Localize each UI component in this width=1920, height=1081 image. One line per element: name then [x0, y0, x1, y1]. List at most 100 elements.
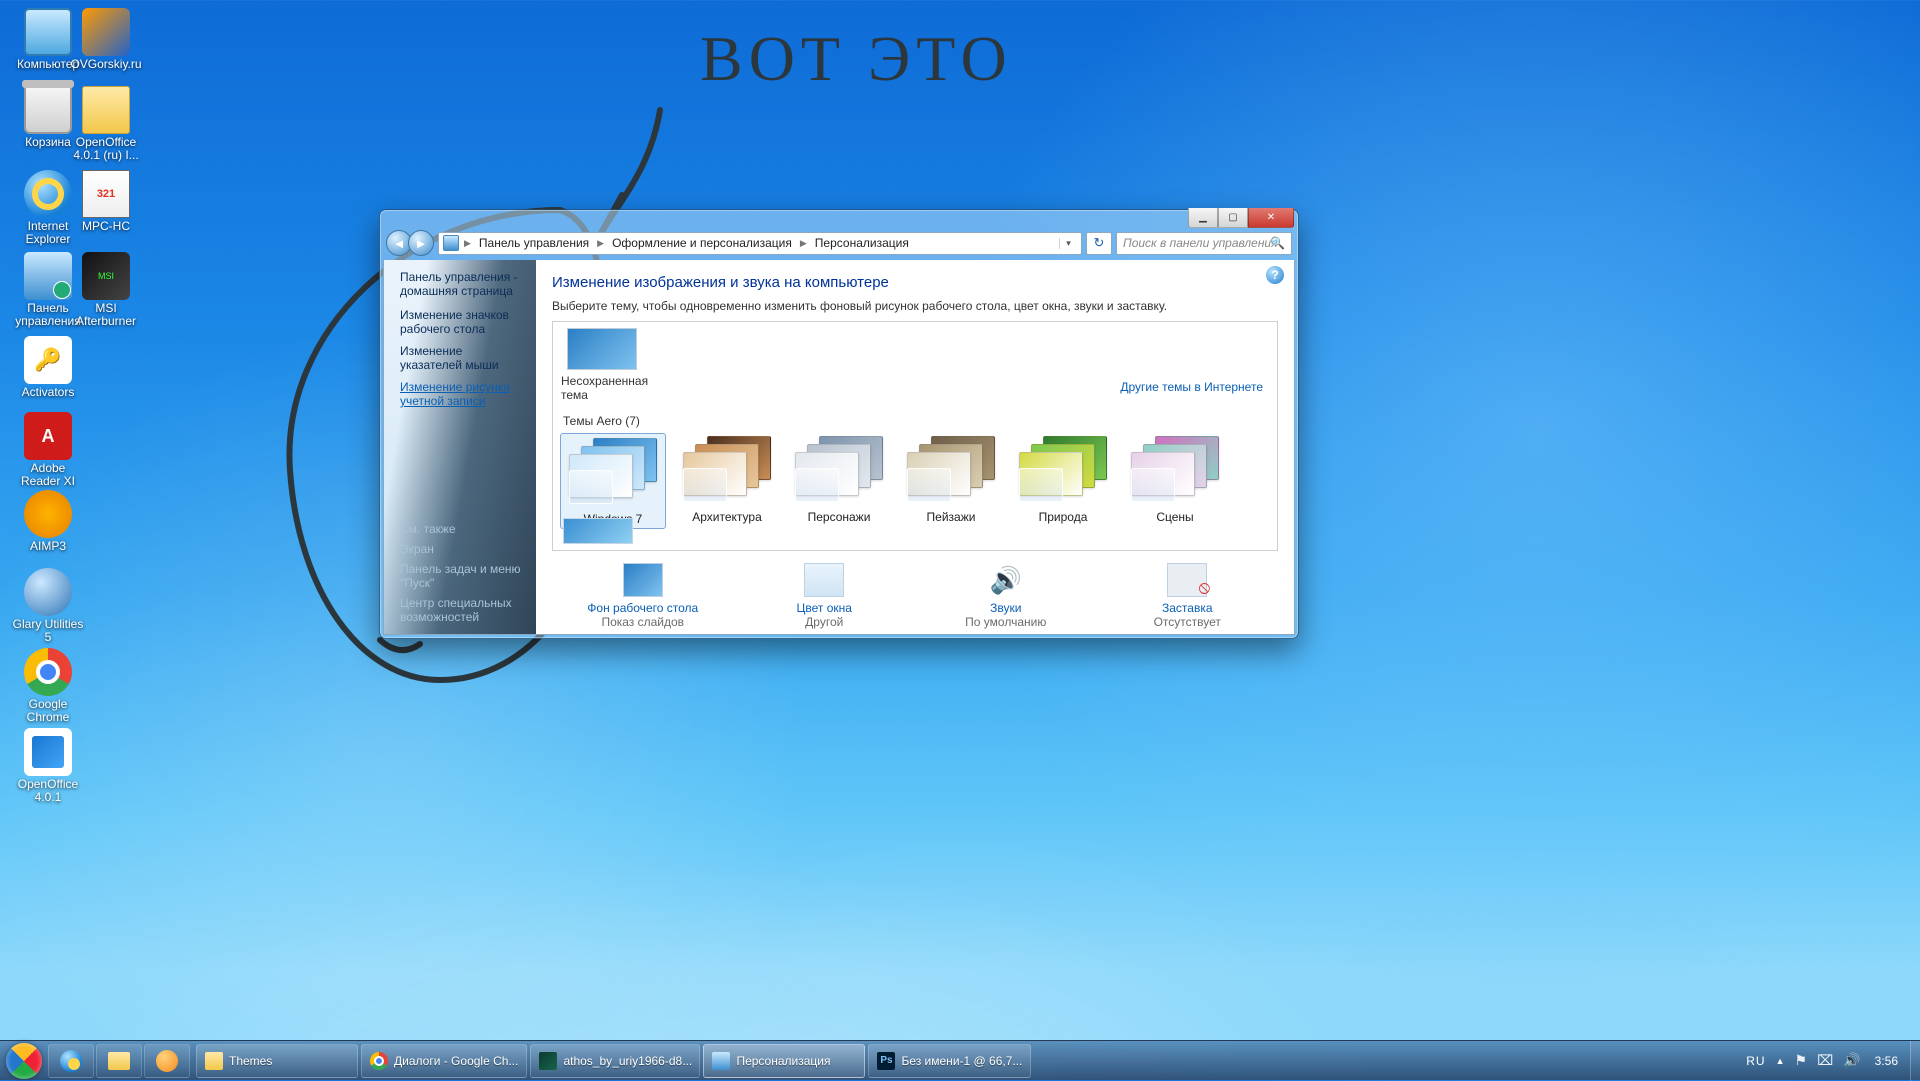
pinned-explorer[interactable]: [96, 1044, 142, 1078]
theme-item[interactable]: Windows 7: [561, 434, 665, 528]
window-titlebar[interactable]: [380, 210, 1298, 226]
theme-label: Архитектура: [677, 510, 777, 524]
help-icon[interactable]: ?: [1266, 266, 1284, 284]
task-label: Диалоги - Google Ch...: [394, 1054, 518, 1068]
taskbar-task[interactable]: Диалоги - Google Ch...: [361, 1044, 527, 1078]
breadcrumb-item[interactable]: Оформление и персонализация: [609, 235, 795, 251]
task-icon: Ps: [877, 1052, 895, 1070]
control-panel-icon: [443, 235, 459, 251]
pinned-media[interactable]: [144, 1044, 190, 1078]
taskbar-task[interactable]: Персонализация: [703, 1044, 865, 1078]
theme-label: Сцены: [1125, 510, 1225, 524]
desktop-icon[interactable]: AIMP3: [10, 490, 86, 553]
desktop-icon-label: Adobe Reader XI: [10, 462, 86, 488]
tray-overflow-icon[interactable]: ▲: [1776, 1056, 1785, 1066]
action-link: Цвет окна: [797, 601, 852, 615]
desktop-icon[interactable]: AAdobe Reader XI: [10, 412, 86, 488]
breadcrumb-item[interactable]: Персонализация: [812, 235, 912, 251]
g-msi-icon: MSI: [82, 252, 130, 300]
more-themes-link[interactable]: Другие темы в Интернете: [1120, 380, 1263, 394]
taskbar-task[interactable]: Ps Без имени-1 @ 66,7...: [868, 1044, 1031, 1078]
desktop-icon-label: Glary Utilities 5: [10, 618, 86, 644]
theme-item[interactable]: Архитектура: [677, 434, 777, 528]
g-ov-icon: [82, 8, 130, 56]
action-bg[interactable]: Фон рабочего стола Показ слайдов: [563, 563, 723, 629]
breadcrumb-item[interactable]: Панель управления: [476, 235, 592, 251]
personalization-window: ▁ ▢ ✕ ◄ ► ▶ Панель управления ▶ Оформлен…: [379, 209, 1299, 639]
taskbar-task[interactable]: athos_by_uriy1966-d8...: [530, 1044, 700, 1078]
see-also-ease[interactable]: Центр специальных возможностей: [400, 596, 536, 624]
desktop-icon-label: OVGorskiy.ru: [70, 58, 141, 71]
pinned-ie[interactable]: [48, 1044, 94, 1078]
g-ie-icon: [24, 170, 72, 218]
network-icon[interactable]: ⌧: [1817, 1052, 1833, 1069]
action-color[interactable]: Цвет окна Другой: [744, 563, 904, 629]
window-maximize-button[interactable]: ▢: [1218, 208, 1248, 228]
system-tray: RU ▲ ⚑ ⌧ 🔊 3:56: [1746, 1052, 1904, 1069]
language-indicator[interactable]: RU: [1746, 1054, 1765, 1068]
unsaved-theme-label: Несохраненная тема: [561, 374, 671, 402]
saver-icon: [1167, 563, 1207, 597]
start-button[interactable]: [4, 1041, 44, 1081]
desktop-icon[interactable]: Google Chrome: [10, 648, 86, 724]
refresh-button[interactable]: ↻: [1086, 232, 1112, 255]
volume-icon[interactable]: 🔊: [1843, 1052, 1860, 1069]
page-title: Изменение изображения и звука на компьют…: [552, 274, 1278, 291]
task-icon: [712, 1052, 730, 1070]
desktop-icon-label: MSI Afterburner: [68, 302, 144, 328]
g-chrome-icon: [24, 648, 72, 696]
desktop-icon[interactable]: OpenOffice 4.0.1: [10, 728, 86, 804]
desktop-icon[interactable]: Glary Utilities 5: [10, 568, 86, 644]
sidebar-home-link[interactable]: Панель управления - домашняя страница: [400, 270, 526, 298]
desktop-icon[interactable]: OVGorskiy.ru: [68, 8, 144, 71]
theme-label: Природа: [1013, 510, 1113, 524]
theme-item[interactable]: Пейзажи: [901, 434, 1001, 528]
sidebar-link-icons[interactable]: Изменение значков рабочего стола: [400, 308, 526, 336]
action-center-icon[interactable]: ⚑: [1795, 1052, 1808, 1069]
taskbar-clock[interactable]: 3:56: [1875, 1055, 1898, 1067]
action-sound[interactable]: Звуки По умолчанию: [926, 563, 1086, 629]
color-icon: [804, 563, 844, 597]
desktop-icon-label: Activators: [22, 386, 75, 399]
search-input[interactable]: Поиск в панели управления 🔍: [1116, 232, 1292, 255]
search-icon: 🔍: [1270, 236, 1285, 250]
g-adobe-icon: A: [24, 412, 72, 460]
theme-label: Персонажи: [789, 510, 889, 524]
task-label: Без имени-1 @ 66,7...: [901, 1054, 1022, 1068]
window-minimize-button[interactable]: ▁: [1188, 208, 1218, 228]
sidebar: Панель управления - домашняя страница Из…: [384, 260, 536, 634]
desktop-icon[interactable]: Activators: [10, 336, 86, 399]
desktop-icon-label: Google Chrome: [10, 698, 86, 724]
unsaved-theme[interactable]: Несохраненная тема: [561, 328, 671, 402]
desktop-icon[interactable]: OpenOffice 4.0.1 (ru) I...: [68, 86, 144, 162]
sidebar-link-cursors[interactable]: Изменение указателей мыши: [400, 344, 526, 372]
sound-icon: [986, 563, 1026, 597]
action-link: Фон рабочего стола: [587, 601, 698, 615]
desktop-icon-label: OpenOffice 4.0.1: [10, 778, 86, 804]
breadcrumb[interactable]: ▶ Панель управления ▶ Оформление и персо…: [438, 232, 1082, 255]
theme-item[interactable]: Персонажи: [789, 434, 889, 528]
bg-icon: [623, 563, 663, 597]
action-link: Звуки: [990, 601, 1021, 615]
themes-list[interactable]: Несохраненная тема Другие темы в Интерне…: [552, 321, 1278, 551]
action-saver[interactable]: Заставка Отсутствует: [1107, 563, 1267, 629]
theme-item[interactable]: Сцены: [1125, 434, 1225, 528]
action-desc: Другой: [805, 615, 843, 629]
action-desc: Отсутствует: [1154, 615, 1221, 629]
see-also-taskbar[interactable]: Панель задач и меню "Пуск": [400, 562, 536, 590]
theme-item[interactable]: Природа: [1013, 434, 1113, 528]
desktop-icon[interactable]: MSIMSI Afterburner: [68, 252, 144, 328]
show-desktop-button[interactable]: [1910, 1041, 1920, 1081]
see-also-display[interactable]: Экран: [400, 542, 536, 556]
taskbar-task[interactable]: Themes: [196, 1044, 358, 1078]
g-oo-icon: [24, 728, 72, 776]
see-also-title: См. также: [400, 522, 536, 536]
window-close-button[interactable]: ✕: [1248, 208, 1294, 228]
task-icon: [370, 1052, 388, 1070]
nav-forward-button[interactable]: ►: [408, 230, 434, 256]
address-dropdown[interactable]: ▾: [1059, 238, 1077, 249]
aero-section-label: Темы Aero (7): [563, 414, 1269, 428]
desktop-icon-label: OpenOffice 4.0.1 (ru) I...: [68, 136, 144, 162]
sidebar-link-account-picture[interactable]: Изменение рисунка учетной записи: [400, 380, 526, 408]
desktop-icon[interactable]: 321MPC-HC: [68, 170, 144, 233]
